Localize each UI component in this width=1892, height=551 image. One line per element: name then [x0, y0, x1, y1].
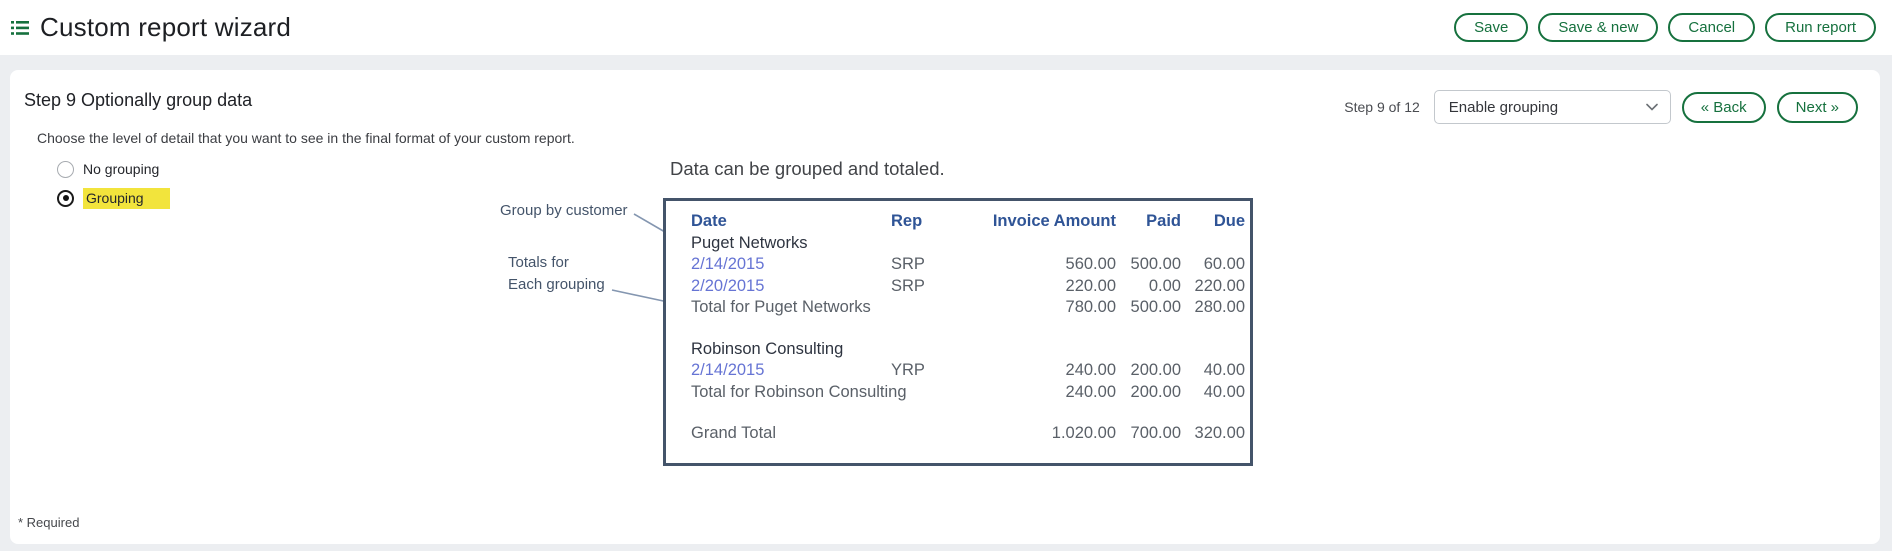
group-spacer [691, 319, 1237, 339]
rep-cell: YRP [891, 360, 981, 382]
total-label: Total for Robinson Consulting [691, 382, 981, 404]
column-header-due: Due [1181, 211, 1245, 233]
customer-name: Puget Networks [691, 233, 1237, 255]
invoice-cell: 220.00 [981, 276, 1116, 298]
save-button[interactable]: Save [1454, 13, 1528, 42]
radio-option-grouping[interactable]: Grouping [57, 188, 170, 208]
total-label: Total for Puget Networks [691, 297, 981, 319]
total-invoice: 240.00 [981, 382, 1116, 404]
paid-cell: 0.00 [1116, 276, 1181, 298]
annotation-connector-lines [490, 190, 690, 310]
cancel-button[interactable]: Cancel [1668, 13, 1755, 42]
report-list-icon [10, 18, 30, 38]
group-spacer [691, 403, 1237, 423]
date-cell: 2/20/2015 [691, 276, 891, 298]
radio-option-no-grouping[interactable]: No grouping [57, 159, 159, 179]
paid-cell: 500.00 [1116, 254, 1181, 276]
table-row: 2/14/2015 SRP 560.00 500.00 60.00 [691, 254, 1237, 276]
customer-name: Robinson Consulting [691, 339, 1237, 361]
group-total-row: Total for Puget Networks 780.00 500.00 2… [691, 297, 1237, 319]
total-due: 40.00 [1181, 382, 1245, 404]
example-grouped-table: Date Rep Invoice Amount Paid Due Puget N… [663, 198, 1253, 466]
date-cell: 2/14/2015 [691, 360, 891, 382]
save-and-new-button[interactable]: Save & new [1538, 13, 1658, 42]
column-header-invoice-amount: Invoice Amount [981, 211, 1116, 233]
header-actions: Save Save & new Cancel Run report [1454, 13, 1876, 42]
step-title: Step 9 Optionally group data [24, 90, 252, 111]
example-caption: Data can be grouped and totaled. [670, 158, 945, 180]
radio-label-grouping[interactable]: Grouping [83, 188, 170, 209]
due-cell: 60.00 [1181, 254, 1245, 276]
invoice-cell: 240.00 [981, 360, 1116, 382]
radio-label-no-grouping[interactable]: No grouping [83, 161, 159, 177]
table-row: 2/14/2015 YRP 240.00 200.00 40.00 [691, 360, 1237, 382]
chevron-down-icon [1646, 103, 1658, 111]
total-paid: 200.00 [1116, 382, 1181, 404]
next-button[interactable]: Next » [1777, 92, 1858, 123]
total-invoice: 780.00 [981, 297, 1116, 319]
grand-total-label: Grand Total [691, 423, 981, 445]
step-select-value: Enable grouping [1449, 99, 1646, 116]
grand-total-row: Grand Total 1.020.00 700.00 320.00 [691, 423, 1237, 445]
page-title: Custom report wizard [40, 12, 291, 43]
table-header-row: Date Rep Invoice Amount Paid Due [691, 211, 1237, 233]
table-row: 2/20/2015 SRP 220.00 0.00 220.00 [691, 276, 1237, 298]
column-header-paid: Paid [1116, 211, 1181, 233]
rep-cell: SRP [891, 276, 981, 298]
grand-total-due: 320.00 [1181, 423, 1245, 445]
group-name-row: Puget Networks [691, 233, 1237, 255]
due-cell: 220.00 [1181, 276, 1245, 298]
group-total-row: Total for Robinson Consulting 240.00 200… [691, 382, 1237, 404]
radio-button-unselected[interactable] [57, 161, 74, 178]
back-button[interactable]: « Back [1682, 92, 1766, 123]
step-indicator: Step 9 of 12 [1344, 99, 1420, 115]
step-navigation: Step 9 of 12 Enable grouping « Back Next… [1344, 90, 1858, 124]
group-name-row: Robinson Consulting [691, 339, 1237, 361]
step-select-dropdown[interactable]: Enable grouping [1434, 90, 1671, 124]
run-report-button[interactable]: Run report [1765, 13, 1876, 42]
paid-cell: 200.00 [1116, 360, 1181, 382]
column-header-date: Date [691, 211, 891, 233]
grand-total-invoice: 1.020.00 [981, 423, 1116, 445]
total-due: 280.00 [1181, 297, 1245, 319]
grand-total-paid: 700.00 [1116, 423, 1181, 445]
step-description: Choose the level of detail that you want… [37, 130, 575, 146]
due-cell: 40.00 [1181, 360, 1245, 382]
date-cell: 2/14/2015 [691, 254, 891, 276]
wizard-step-panel: Step 9 Optionally group data Choose the … [10, 70, 1880, 544]
top-header-bar: Custom report wizard Save Save & new Can… [0, 0, 1892, 55]
required-note: * Required [18, 515, 79, 530]
column-header-rep: Rep [891, 211, 981, 233]
total-paid: 500.00 [1116, 297, 1181, 319]
radio-button-selected[interactable] [57, 190, 74, 207]
rep-cell: SRP [891, 254, 981, 276]
invoice-cell: 560.00 [981, 254, 1116, 276]
